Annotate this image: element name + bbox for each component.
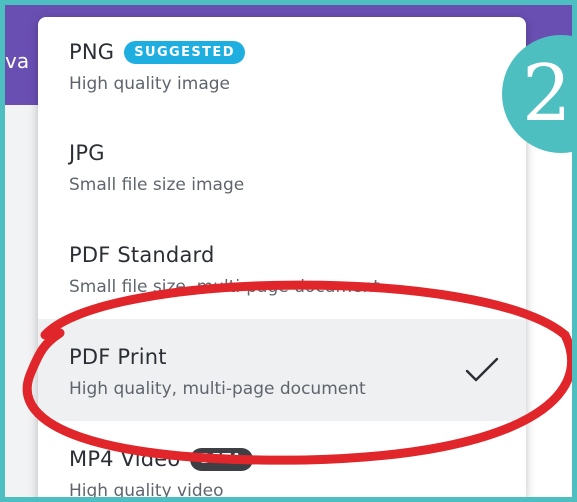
option-description: Small file size image (69, 175, 245, 195)
option-title: PDF Print (69, 345, 167, 369)
suggested-badge: SUGGESTED (124, 40, 245, 64)
file-type-option-jpg[interactable]: JPG Small file size image (38, 115, 526, 217)
option-title: PNG (69, 40, 115, 64)
option-description: Small file size, multi-page document (69, 277, 380, 297)
checkmark-icon (465, 357, 499, 382)
option-description: High quality video (69, 481, 224, 501)
option-title: MP4 Video (69, 447, 181, 471)
option-title: PDF Standard (69, 243, 215, 267)
option-title-row: PDF Standard (69, 239, 526, 271)
file-type-option-png[interactable]: PNG SUGGESTED High quality image (38, 17, 526, 115)
option-title-row: PDF Print (69, 341, 526, 373)
file-type-option-pdf-standard[interactable]: PDF Standard Small file size, multi-page… (38, 217, 526, 319)
file-type-dropdown: PNG SUGGESTED High quality image JPG Sma… (38, 17, 526, 501)
option-description: High quality image (69, 74, 230, 94)
option-description: High quality, multi-page document (69, 379, 366, 399)
option-title-row: JPG (69, 137, 526, 169)
option-title: JPG (69, 141, 105, 165)
tutorial-frame: va PNG SUGGESTED High quality image JPG … (0, 0, 577, 502)
beta-badge: BETA (190, 447, 253, 471)
header-partial-text: va (5, 49, 30, 73)
option-title-row: MP4 Video BETA (69, 443, 526, 475)
file-type-option-mp4-video[interactable]: MP4 Video BETA High quality video (38, 421, 526, 501)
option-title-row: PNG SUGGESTED (69, 36, 526, 68)
file-type-option-pdf-print[interactable]: PDF Print High quality, multi-page docum… (38, 319, 526, 421)
